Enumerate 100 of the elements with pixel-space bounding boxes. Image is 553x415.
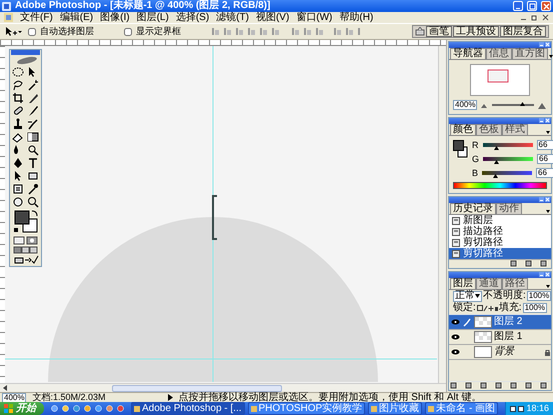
menu-item[interactable]: 编辑(E)	[60, 12, 94, 22]
checkbox[interactable]	[28, 28, 36, 36]
palette-well-icon[interactable]	[415, 27, 425, 36]
layer-row[interactable]: 图层 1	[449, 330, 551, 345]
stamp-icon[interactable]	[12, 118, 24, 130]
bandage-icon[interactable]	[12, 105, 24, 117]
menu-item[interactable]: 选择(S)	[176, 12, 210, 22]
zoom-field[interactable]: 400%	[453, 100, 478, 110]
zoom-field[interactable]: 400%	[2, 392, 26, 402]
panel-tab[interactable]: 信息	[486, 48, 512, 59]
blend-mode-dropdown[interactable]: 正常	[453, 290, 482, 302]
slider-track[interactable]	[483, 157, 534, 161]
slider-track[interactable]	[482, 171, 532, 175]
menu-item[interactable]: 滤镜(T)	[216, 12, 249, 22]
knife-icon[interactable]	[26, 92, 38, 104]
menu-item[interactable]: 窗口(W)	[296, 12, 332, 22]
slider-track[interactable]	[482, 143, 532, 147]
panel-tab[interactable]: 色板	[476, 124, 502, 135]
hand-icon[interactable]	[12, 196, 24, 208]
color-swatches-icon[interactable]	[12, 209, 40, 235]
eyedropper-icon[interactable]	[26, 183, 38, 195]
history-item[interactable]: 描边路径	[449, 226, 551, 237]
close-button[interactable]	[541, 1, 551, 11]
lock-label: 锁定:	[453, 303, 476, 313]
panel-menu-icon[interactable]	[545, 129, 551, 135]
opacity-field[interactable]: 100%	[526, 291, 552, 301]
menu-item[interactable]: 帮助(H)	[339, 12, 374, 22]
minimize-icon[interactable]	[539, 272, 544, 277]
eye-icon[interactable]	[451, 334, 460, 340]
scrollbar[interactable]	[0, 383, 446, 392]
restore-icon[interactable]	[531, 14, 538, 21]
layer-row[interactable]: 背景	[449, 345, 551, 360]
lasso-icon[interactable]	[12, 79, 24, 91]
panel-tab[interactable]: 通道	[476, 278, 502, 289]
color-ramp[interactable]	[453, 182, 547, 189]
text-tool-icon[interactable]	[26, 157, 38, 169]
rectangle-icon[interactable]	[26, 170, 38, 182]
panel-tab[interactable]: 样式	[502, 124, 528, 135]
value-field[interactable]: 66	[536, 168, 553, 178]
panel-tab[interactable]: 历史记录	[450, 203, 496, 214]
circle-icon[interactable]	[117, 405, 124, 412]
checkbox-label: 显示定界框	[136, 27, 181, 36]
value-field[interactable]: 66	[537, 154, 553, 164]
brush-icon[interactable]	[26, 105, 38, 117]
dodge-icon[interactable]	[26, 144, 38, 156]
palette-well-tab[interactable]: 工具预设	[453, 26, 499, 37]
panel-tab[interactable]: 图层	[450, 278, 476, 289]
jump-to-icon[interactable]	[12, 255, 38, 264]
crop-icon[interactable]	[12, 92, 24, 104]
palette-well-tab[interactable]: 画笔	[426, 26, 452, 37]
taskbar-item[interactable]: Adobe Photoshop - [...	[131, 402, 245, 415]
history-item[interactable]: 剪切路径	[449, 237, 551, 248]
eye-icon[interactable]	[451, 349, 460, 355]
layer-row[interactable]: 图层 2	[449, 315, 551, 330]
zoom-out-icon[interactable]	[481, 102, 488, 108]
scrollbar[interactable]	[438, 46, 446, 383]
menu-item[interactable]: 图层(L)	[136, 12, 169, 22]
palette-well-tab[interactable]: 图层复合	[500, 26, 546, 37]
history-item[interactable]: 新图层	[449, 215, 551, 226]
close-icon[interactable]	[542, 14, 549, 21]
taskbar-item[interactable]: 图片收藏	[368, 402, 422, 415]
panel-tab[interactable]: 颜色	[450, 124, 476, 135]
minimize-icon[interactable]	[539, 42, 544, 47]
panel-tab[interactable]: 直方图	[512, 48, 548, 59]
color-swatches-icon[interactable]	[453, 140, 468, 158]
taskbar-item[interactable]: PHOTOSHOP实例教学	[248, 402, 366, 415]
eraser-icon[interactable]	[12, 131, 24, 143]
panel-tab[interactable]: 路径	[502, 278, 528, 289]
history-item[interactable]: 剪切路径	[449, 248, 551, 259]
eye-icon[interactable]	[451, 319, 460, 325]
minimize-button[interactable]	[513, 1, 523, 11]
panel-tab[interactable]: 导航器	[450, 48, 486, 59]
gradient-icon[interactable]	[26, 131, 38, 143]
lock-options-icon[interactable]	[476, 304, 498, 312]
slider-thumb[interactable]	[520, 102, 525, 106]
minimize-icon[interactable]	[539, 197, 544, 202]
checkbox[interactable]	[124, 28, 132, 36]
menu-item[interactable]: 文件(F)	[20, 12, 53, 22]
notes-icon[interactable]	[12, 183, 24, 195]
menu-item[interactable]: 图像(I)	[100, 12, 130, 22]
menu-item[interactable]: 视图(V)	[256, 12, 290, 22]
mask-mode-icon[interactable]	[12, 236, 38, 245]
screen-mode-icon[interactable]	[12, 246, 38, 254]
maximize-button[interactable]	[527, 1, 537, 11]
panel-menu-icon[interactable]	[545, 283, 551, 289]
zoom-in-icon[interactable]	[538, 102, 547, 108]
move-tool-icon[interactable]	[4, 26, 22, 37]
marquee-icon[interactable]	[12, 66, 24, 78]
value-field[interactable]: 66	[536, 140, 553, 150]
channel-label: B	[472, 168, 478, 178]
zoom-icon[interactable]	[26, 196, 38, 208]
panel-tab[interactable]: 动作	[496, 203, 522, 214]
taskbar-item[interactable]: 未命名 - 画图	[425, 402, 498, 415]
pen-icon[interactable]	[12, 157, 24, 169]
fill-field[interactable]: 100%	[522, 303, 548, 313]
wand-icon[interactable]	[26, 79, 38, 91]
scroll-thumb[interactable]	[112, 384, 282, 392]
minimize-icon[interactable]	[539, 118, 544, 123]
history-brush-icon[interactable]	[26, 118, 38, 130]
menu-arrow-icon[interactable]	[168, 394, 172, 401]
